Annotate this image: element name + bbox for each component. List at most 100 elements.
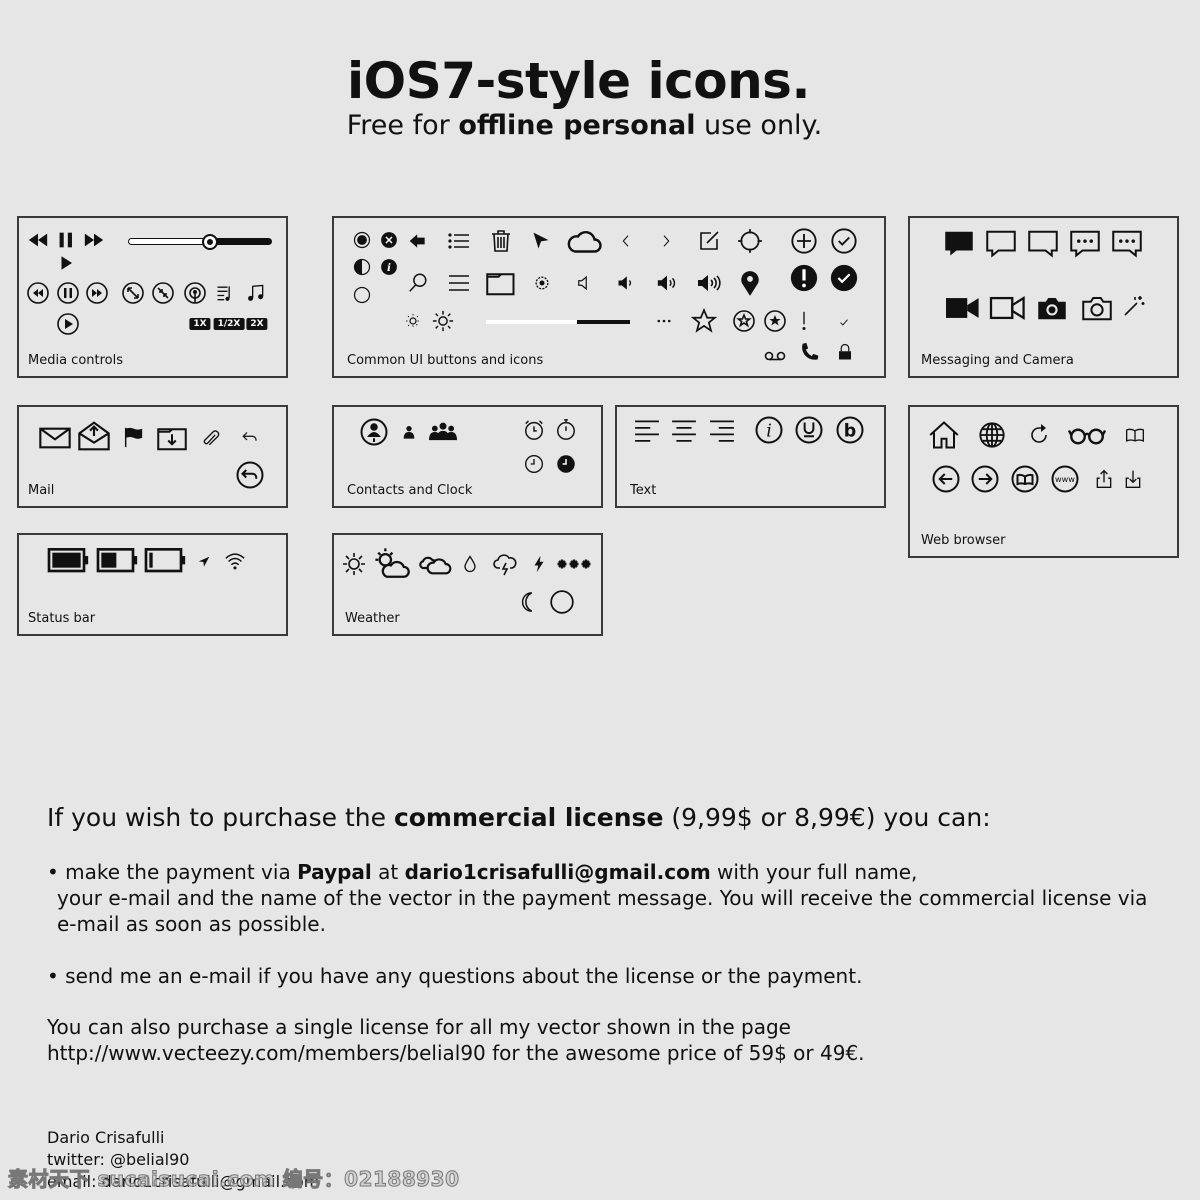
- paypal-bold: Paypal: [297, 860, 372, 884]
- plus-circle-icon: [790, 227, 818, 255]
- paragraph-line-1: You can also purchase a single license f…: [47, 1015, 791, 1039]
- search-icon: [407, 272, 429, 294]
- align-right-icon: [709, 417, 735, 443]
- panel-label: Contacts and Clock: [347, 483, 473, 498]
- underline-icon: [794, 415, 824, 445]
- menu-icon: [447, 271, 471, 295]
- italic-icon: i: [754, 415, 784, 445]
- radio-selected-icon: [353, 231, 371, 249]
- bold-icon: b: [835, 415, 865, 445]
- reply-icon: [241, 428, 259, 446]
- alert-circle-icon: [789, 263, 819, 293]
- media-progress-slider[interactable]: [128, 233, 272, 250]
- brightness-slider[interactable]: [486, 320, 630, 324]
- back-arrow-icon: [408, 231, 428, 251]
- bookmarks-circle-icon: [1010, 464, 1040, 494]
- pause-icon: [55, 229, 77, 251]
- panel-label: Messaging and Camera: [921, 353, 1074, 368]
- forward-circle-icon: [970, 464, 1000, 494]
- svg-text:i: i: [766, 421, 772, 441]
- chevron-left-icon: [618, 233, 634, 249]
- expand-icon: [121, 281, 145, 305]
- chat-filled-icon: [944, 228, 974, 258]
- chevron-right-icon: [658, 233, 674, 249]
- fast-forward-icon: [83, 229, 105, 251]
- rain-drop-icon: [460, 554, 480, 574]
- page-subtitle: Free for offline personal use only.: [0, 110, 1169, 141]
- video-filled-icon: [946, 291, 980, 325]
- video-icon: [989, 291, 1025, 325]
- bullet-line-2: your e-mail and the name of the vector i…: [57, 886, 1148, 910]
- svg-text:www: www: [1055, 474, 1075, 484]
- battery-full-icon: [47, 541, 89, 581]
- battery-half-icon: [96, 541, 138, 581]
- svg-text:b: b: [844, 421, 857, 441]
- watermark: 素材天下 sucaisucai.com 编号：02188930: [8, 1167, 460, 1192]
- moon-icon: [518, 591, 540, 613]
- folder-icon: [486, 268, 516, 298]
- lead-text: If you wish to purchase the: [47, 803, 394, 832]
- home-icon: [929, 420, 959, 450]
- text: • make the payment via: [47, 860, 298, 884]
- rewind-circle-icon: [26, 281, 50, 305]
- www-icon: www: [1050, 464, 1080, 494]
- license-bullet-paypal: • make the payment via Paypal at dario1c…: [47, 859, 1147, 937]
- full-moon-icon: [549, 589, 575, 615]
- list-icon: [447, 229, 471, 253]
- rewind-icon: [27, 229, 49, 251]
- speaker-mute-icon: [575, 274, 593, 292]
- chat-typing-icon: [1070, 228, 1100, 258]
- speed-badge[interactable]: 1X: [189, 318, 211, 330]
- envelope-open-icon: [78, 420, 110, 452]
- lead-bold: commercial license: [393, 803, 664, 832]
- brightness-low-icon: [404, 312, 422, 330]
- cloud-icon: [566, 223, 602, 259]
- phone-icon: [799, 341, 821, 363]
- speed-badge[interactable]: 2X: [246, 318, 268, 330]
- slider-knob[interactable]: [201, 233, 218, 250]
- play-icon: [57, 254, 75, 272]
- lock-icon: [836, 343, 854, 361]
- envelope-icon: [39, 422, 71, 454]
- bullet-line-3: e-mail as soon as possible.: [57, 912, 326, 936]
- download-icon: [1123, 469, 1143, 489]
- subtitle-bold: offline personal: [458, 110, 696, 141]
- speed-badge[interactable]: 1/2X: [213, 318, 245, 330]
- lead-text-end: (9,99$ or 8,99€) you can:: [663, 803, 991, 832]
- panel-label: Weather: [345, 611, 400, 626]
- partly-cloudy-icon: [374, 547, 410, 581]
- star-circle-filled-icon: [763, 309, 787, 333]
- alarm-icon: [523, 419, 545, 441]
- reading-glasses-icon: [1067, 417, 1107, 453]
- trash-icon: [489, 229, 513, 253]
- license-bundle-paragraph: You can also purchase a single license f…: [47, 1014, 865, 1066]
- location-services-icon: [197, 554, 211, 568]
- location-arrow-icon: [531, 231, 551, 251]
- author-name: Dario Crisafulli: [47, 1128, 165, 1147]
- text: at: [371, 860, 405, 884]
- share-icon: [1094, 469, 1114, 489]
- magic-wand-icon: [1122, 294, 1146, 318]
- move-to-folder-icon: [157, 423, 187, 453]
- compass-icon: [737, 228, 763, 254]
- clock-icon: [524, 454, 544, 474]
- panel-label: Text: [630, 483, 657, 498]
- snow-icon: [556, 546, 592, 582]
- chat-right-icon: [1028, 228, 1058, 258]
- ellipsis-icon: [655, 312, 673, 330]
- globe-icon: [978, 421, 1006, 449]
- svg-text:i: i: [387, 262, 391, 274]
- panel-label: Status bar: [28, 611, 96, 626]
- star-circle-icon: [732, 309, 756, 333]
- subtitle-text-end: use only.: [695, 110, 823, 141]
- page-title: iOS7-style icons.: [347, 52, 810, 110]
- back-circle-icon: [931, 464, 961, 494]
- email-link[interactable]: dario1crisafulli@gmail.com: [405, 860, 711, 884]
- podcast-icon: [183, 281, 207, 305]
- thunderstorm-icon: [493, 552, 517, 576]
- sun-icon: [342, 552, 366, 576]
- panel-label: Media controls: [28, 353, 124, 368]
- cloudy-icon: [419, 548, 452, 580]
- star-icon: [690, 307, 718, 334]
- clock-filled-icon: [556, 454, 576, 474]
